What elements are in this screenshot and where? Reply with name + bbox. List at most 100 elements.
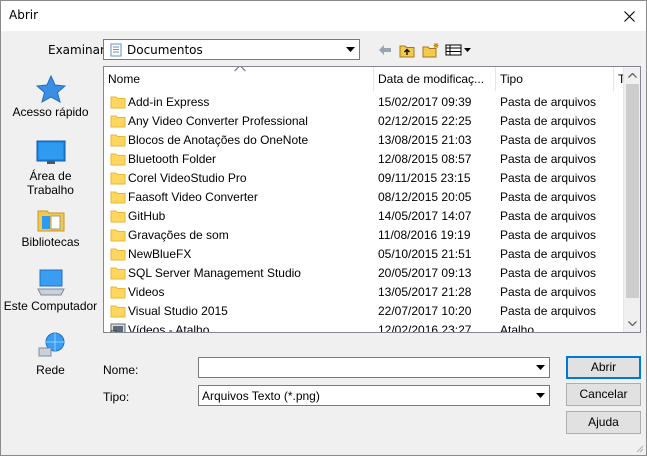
file-date: 20/05/2017 09:13 bbox=[378, 266, 472, 280]
file-list[interactable]: Nome Data de modificaç... Tipo T Add-in … bbox=[103, 66, 641, 333]
list-header: Nome Data de modificaç... Tipo T bbox=[104, 67, 624, 91]
desktop-icon bbox=[36, 140, 65, 164]
file-date: 02/12/2015 22:25 bbox=[378, 114, 472, 128]
up-folder-icon bbox=[399, 45, 414, 57]
list-item[interactable]: Blocos de Anotações do OneNote 13/08/2015… bbox=[104, 131, 624, 150]
place-label: Rede bbox=[36, 363, 65, 377]
column-header-type[interactable]: Tipo bbox=[496, 67, 614, 91]
file-name: Any Video Converter Professional bbox=[128, 114, 308, 128]
folder-icon bbox=[110, 210, 126, 223]
file-type: Pasta de arquivos bbox=[500, 114, 597, 128]
folder-icon bbox=[110, 134, 126, 147]
new-folder-button[interactable] bbox=[421, 41, 441, 59]
place-libraries[interactable]: Bibliotecas bbox=[1, 205, 100, 249]
star-icon bbox=[35, 75, 66, 103]
list-item[interactable]: SQL Server Management Studio 20/05/2017 0… bbox=[104, 264, 624, 283]
file-date: 05/10/2015 21:51 bbox=[378, 247, 472, 261]
file-type: Pasta de arquivos bbox=[500, 133, 597, 147]
title-bar[interactable]: Abrir bbox=[1, 1, 646, 31]
folder-icon bbox=[110, 172, 126, 185]
place-desktop[interactable]: Área de Trabalho bbox=[1, 139, 100, 197]
list-item[interactable]: Bluetooth Folder 12/08/2015 08:57 Pasta de… bbox=[104, 150, 624, 169]
file-type: Atalho bbox=[500, 323, 535, 333]
network-icon bbox=[38, 332, 64, 357]
shortcut-icon bbox=[110, 323, 126, 332]
file-date: 13/05/2017 21:28 bbox=[378, 285, 472, 299]
list-item[interactable]: Vídeos - Atalho 12/02/2016 23:27 Atalho bbox=[104, 321, 624, 333]
view-menu-button[interactable] bbox=[444, 41, 472, 59]
file-type: Pasta de arquivos bbox=[500, 304, 597, 318]
filename-combo[interactable] bbox=[198, 357, 550, 378]
file-name: Faasoft Video Converter bbox=[128, 190, 258, 204]
filetype-value: Arquivos Texto (*.png) bbox=[202, 389, 320, 403]
file-name: Bluetooth Folder bbox=[128, 152, 217, 166]
lookin-dropdown-button[interactable] bbox=[342, 40, 359, 59]
chevron-down-icon bbox=[536, 393, 545, 398]
filetype-combo[interactable]: Arquivos Texto (*.png) bbox=[198, 385, 550, 406]
column-header-date[interactable]: Data de modificaç... bbox=[374, 67, 496, 91]
window-title: Abrir bbox=[9, 8, 39, 22]
filename-dropdown-button[interactable] bbox=[532, 358, 549, 377]
up-folder-button[interactable] bbox=[398, 41, 416, 59]
file-date: 12/08/2015 08:57 bbox=[378, 152, 472, 166]
file-name: Blocos de Anotações do OneNote bbox=[128, 133, 309, 147]
lookin-value: Documentos bbox=[127, 43, 203, 57]
filetype-label: Tipo: bbox=[103, 390, 130, 404]
place-label: Este Computador bbox=[3, 299, 98, 313]
places-bar: Acesso rápido Área de Trabalho Bibliotec… bbox=[1, 67, 100, 397]
list-item[interactable]: Add-in Express 15/02/2017 09:39 Pasta de a… bbox=[104, 93, 624, 112]
back-button[interactable] bbox=[377, 41, 393, 59]
column-header-name[interactable]: Nome bbox=[104, 67, 374, 91]
list-item[interactable]: Gravações de som 11/08/2016 19:19 Pasta de… bbox=[104, 226, 624, 245]
file-name: Add-in Express bbox=[128, 95, 210, 109]
place-label: Acesso rápido bbox=[12, 105, 89, 119]
place-quick-access[interactable]: Acesso rápido bbox=[1, 75, 100, 119]
file-date: 13/08/2015 21:03 bbox=[378, 133, 472, 147]
file-date: 09/11/2015 23:15 bbox=[378, 171, 471, 185]
filetype-dropdown-button[interactable] bbox=[532, 386, 549, 405]
sort-ascending-icon bbox=[234, 67, 246, 72]
file-name: Videos bbox=[128, 285, 165, 299]
list-item[interactable]: Any Video Converter Professional 02/12/20… bbox=[104, 112, 624, 131]
place-this-pc[interactable]: Este Computador bbox=[1, 267, 100, 313]
list-item[interactable]: GitHub 14/05/2017 14:07 Pasta de arquivos bbox=[104, 207, 624, 226]
computer-icon bbox=[36, 269, 65, 296]
filename-input[interactable] bbox=[199, 358, 533, 377]
list-item[interactable]: Corel VideoStudio Pro 09/11/2015 23:15 Pas… bbox=[104, 169, 624, 188]
scroll-down-button[interactable] bbox=[624, 315, 640, 332]
chevron-down-icon bbox=[628, 321, 637, 326]
place-label: Bibliotecas bbox=[21, 235, 80, 249]
file-type: Pasta de arquivos bbox=[500, 190, 597, 204]
file-type: Pasta de arquivos bbox=[500, 209, 597, 223]
lookin-combo[interactable]: Documentos bbox=[103, 39, 360, 60]
cancel-button[interactable]: Cancelar bbox=[566, 383, 641, 406]
filename-label: Nome: bbox=[103, 363, 139, 377]
folder-icon bbox=[110, 115, 126, 128]
folder-icon bbox=[110, 248, 126, 261]
place-network[interactable]: Rede bbox=[1, 331, 100, 377]
folder-icon bbox=[110, 305, 126, 318]
file-name: SQL Server Management Studio bbox=[128, 266, 301, 280]
view-menu-icon bbox=[445, 44, 471, 56]
resize-grip-icon[interactable] bbox=[634, 443, 644, 453]
list-item[interactable]: Visual Studio 2015 22/07/2017 10:20 Pasta … bbox=[104, 302, 624, 321]
open-button[interactable]: Abrir bbox=[566, 356, 641, 379]
file-type: Pasta de arquivos bbox=[500, 152, 597, 166]
close-icon bbox=[623, 10, 635, 22]
chevron-down-icon bbox=[346, 47, 355, 52]
vertical-scrollbar[interactable] bbox=[623, 67, 640, 332]
scroll-thumb[interactable] bbox=[626, 84, 639, 298]
help-button[interactable]: Ajuda bbox=[566, 411, 641, 434]
file-date: 08/12/2015 20:05 bbox=[378, 190, 472, 204]
close-button[interactable] bbox=[612, 1, 646, 31]
file-date: 15/02/2017 09:39 bbox=[378, 95, 472, 109]
open-file-dialog: Abrir Examinar: Documentos Acesso rápido… bbox=[0, 0, 647, 456]
list-item[interactable]: Videos 13/05/2017 21:28 Pasta de arquivos bbox=[104, 283, 624, 302]
lookin-label: Examinar: bbox=[48, 43, 109, 57]
folder-icon bbox=[110, 229, 126, 242]
file-name: Vídeos - Atalho bbox=[128, 323, 210, 333]
documents-folder-icon bbox=[110, 43, 122, 57]
list-item[interactable]: NewBlueFX 05/10/2015 21:51 Pasta de arquiv… bbox=[104, 245, 624, 264]
scroll-up-button[interactable] bbox=[624, 67, 640, 84]
list-item[interactable]: Faasoft Video Converter 08/12/2015 20:05 P… bbox=[104, 188, 624, 207]
